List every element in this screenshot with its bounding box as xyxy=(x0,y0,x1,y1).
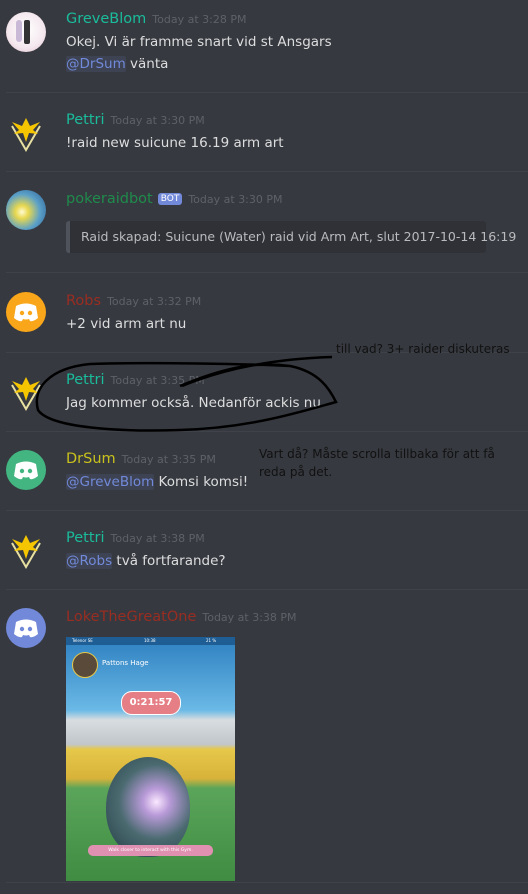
annotation-note: Vart då? Måste scrolla tillbaka för att … xyxy=(259,447,495,461)
annotation-note: reda på det. xyxy=(259,465,333,479)
annotation-note: till vad? 3+ raider diskuteras xyxy=(336,342,510,356)
